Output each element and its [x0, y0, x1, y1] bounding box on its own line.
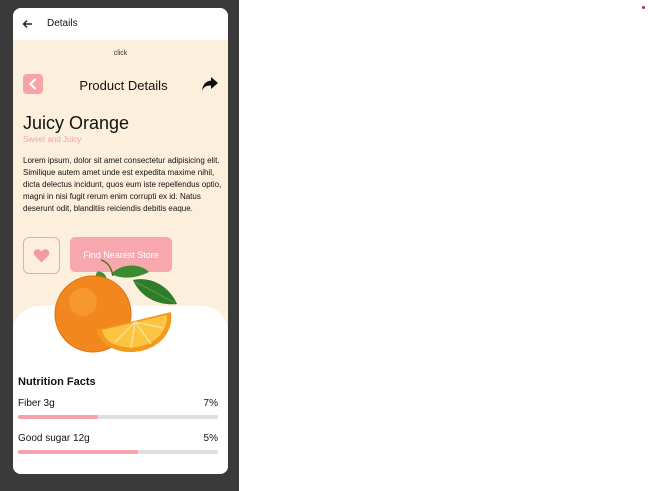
- heart-icon: [33, 249, 50, 263]
- nutrient-progress-bar: [18, 450, 218, 454]
- nutrient-label: Good sugar 12g: [18, 433, 90, 444]
- app-bar-title: Details: [47, 18, 78, 29]
- product-name: Juicy Orange: [23, 113, 130, 133]
- nutrient-percent: 5%: [203, 433, 218, 444]
- nutrient-percent: 7%: [203, 398, 218, 409]
- page-title: Product Details: [79, 78, 168, 93]
- app-bar: Details: [13, 8, 228, 40]
- nutrient-progress-fill: [18, 450, 138, 454]
- product-description: Lorem ipsum, dolor sit amet consectetur …: [23, 156, 222, 213]
- back-button[interactable]: [19, 16, 35, 32]
- arrow-left-icon: [22, 20, 32, 28]
- nutrient-label: Fiber 3g: [18, 398, 55, 409]
- share-icon: [202, 77, 218, 91]
- details-content: click Product Details Juicy Orange Sweet…: [13, 40, 228, 474]
- nutrition-title: Nutrition Facts: [18, 376, 96, 388]
- nutrient-progress-bar: [18, 415, 218, 419]
- nutrient-progress-fill: [18, 415, 98, 419]
- orange-image: [54, 259, 177, 353]
- click-label[interactable]: click: [13, 50, 228, 57]
- app-frame: Details click Product Details Juicy Oran…: [0, 0, 239, 491]
- status-dot: [642, 6, 645, 9]
- phone-screen: Details click Product Details Juicy Oran…: [13, 8, 228, 474]
- product-subtitle: Sweet and Juicy: [23, 135, 82, 144]
- share-button[interactable]: [201, 76, 219, 92]
